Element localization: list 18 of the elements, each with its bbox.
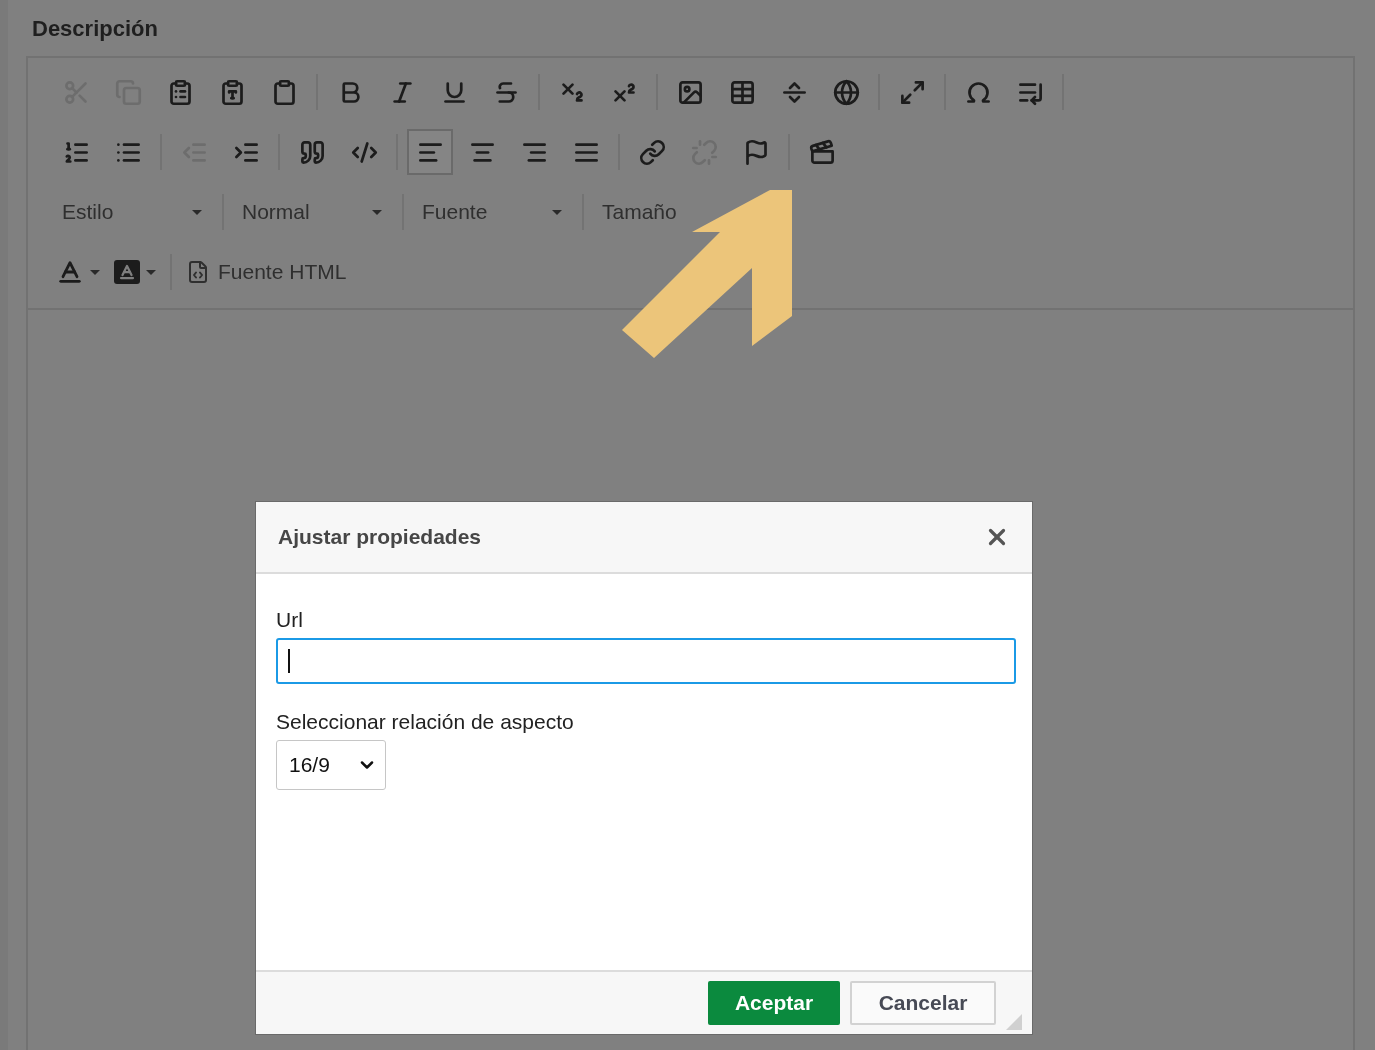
dropdown[interactable]: Fuente [410,192,576,232]
source-button[interactable]: Fuente HTML [178,252,355,292]
code-file-icon [186,260,210,284]
text-color-icon [56,258,84,286]
align-left-icon[interactable] [407,129,453,175]
dropdown[interactable]: Normal [230,192,396,232]
dropdown[interactable]: Tamaño [590,192,691,232]
cancel-button[interactable]: Cancelar [850,981,996,1025]
field-label: Url [276,608,303,632]
background-color-icon [114,260,140,284]
dialog-title: Ajustar propiedades [278,525,482,549]
accept-button[interactable]: Aceptar [708,981,840,1025]
field-label: Seleccionar relación de aspecto [276,710,574,734]
aspect-ratio-select[interactable]: 16/9 [276,740,386,790]
resize-grip-icon[interactable] [1006,1014,1022,1030]
url-input-field[interactable] [276,638,1016,684]
section-title: Descripción [32,16,159,42]
dropdown[interactable]: Estilo [50,192,216,232]
